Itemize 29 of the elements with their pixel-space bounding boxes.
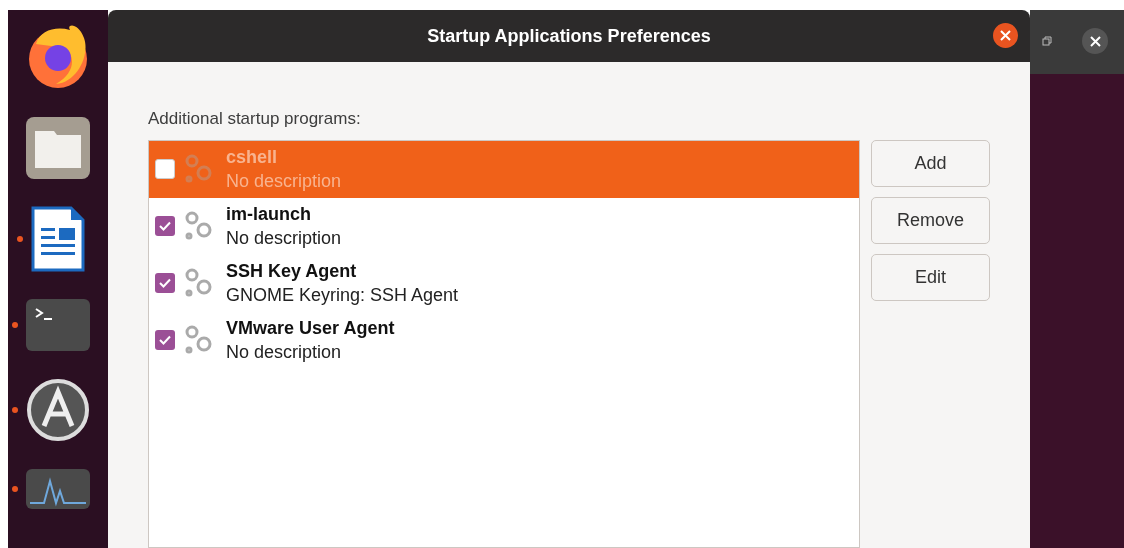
- checkbox[interactable]: [155, 216, 175, 236]
- checkbox[interactable]: [155, 273, 175, 293]
- action-button[interactable]: Add: [871, 139, 990, 187]
- program-name: im-launch: [226, 203, 312, 226]
- check-icon: [159, 278, 171, 288]
- document-icon[interactable]: [31, 206, 85, 272]
- program-name: cshell: [226, 146, 279, 169]
- program-description: GNOME Keyring: SSH Agent: [226, 284, 459, 307]
- window-title: Startup Applications Preferences: [427, 24, 711, 48]
- action-button[interactable]: Remove: [871, 196, 990, 244]
- program-name: VMware User Agent: [226, 317, 395, 340]
- close-icon: [1089, 35, 1101, 47]
- close-button[interactable]: [993, 23, 1018, 48]
- close-icon: [1000, 30, 1011, 41]
- system-monitor-icon[interactable]: [26, 469, 90, 509]
- action-button[interactable]: Edit: [871, 253, 990, 301]
- check-icon: [159, 221, 171, 231]
- program-name: SSH Key Agent: [226, 260, 358, 283]
- program-description: No description: [226, 341, 343, 364]
- list-label: Additional startup programs:: [148, 108, 362, 130]
- checkbox[interactable]: [155, 330, 175, 350]
- checkbox[interactable]: [155, 159, 175, 179]
- software-store-icon[interactable]: [26, 378, 90, 442]
- folder-icon[interactable]: [26, 117, 90, 179]
- program-description: No description: [226, 170, 342, 193]
- close-button[interactable]: [1082, 28, 1108, 54]
- program-description: No description: [226, 227, 342, 250]
- check-icon: [159, 335, 171, 345]
- restore-icon[interactable]: [1042, 36, 1052, 46]
